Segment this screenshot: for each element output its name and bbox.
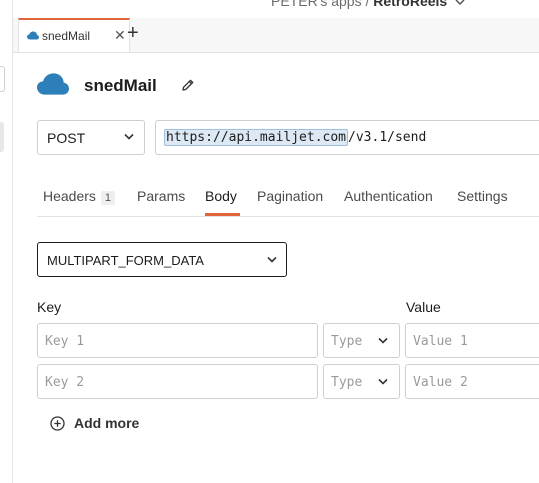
query-tab-snedmail[interactable]: snedMail ✕ [18,18,130,52]
key-column-header: Key [37,299,62,315]
key-placeholder: Key 1 [45,334,85,349]
tab-params[interactable]: Params [137,188,185,204]
breadcrumb-app[interactable]: RetroReels [373,0,447,9]
tab-authentication[interactable]: Authentication [344,188,433,204]
chevron-down-icon[interactable] [455,0,465,6]
cloud-icon [27,31,39,40]
query-name: snedMail [84,76,157,95]
tab-body[interactable]: Body [205,188,237,204]
chevron-down-icon [124,133,134,140]
value-input-2[interactable]: Value 2 [405,364,539,399]
breadcrumb-separator: / [365,0,370,9]
left-sidebar-edge [0,0,13,483]
url-path: /v3.1/send [348,130,427,145]
value-placeholder: Value 2 [413,375,468,390]
type-select-1[interactable]: Type [323,323,400,358]
pencil-icon[interactable] [181,78,195,92]
headers-count-badge: 1 [100,191,116,205]
chevron-down-icon [378,337,388,344]
chevron-down-icon [267,256,277,263]
url-base-highlight[interactable]: https://api.mailjet.com [164,129,349,146]
close-icon[interactable]: ✕ [114,27,126,44]
url-input[interactable]: https://api.mailjet.com/v3.1/send [155,120,539,155]
value-column-header: Value [406,299,441,315]
chevron-down-icon [378,378,388,385]
plus-circle-icon [50,416,65,431]
add-more-label: Add more [74,415,140,431]
key-input-1[interactable]: Key 1 [37,323,318,358]
breadcrumb-workspace[interactable]: PETER's apps [271,0,362,9]
value-input-1[interactable]: Value 1 [405,323,539,358]
body-type-value: MULTIPART_FORM_DATA [47,253,204,268]
type-select-2[interactable]: Type [323,364,400,399]
active-tab-indicator [205,213,240,216]
key-placeholder: Key 2 [45,375,85,390]
cloud-icon [37,73,69,95]
type-placeholder: Type [331,375,363,390]
sidebar-collapse-handle[interactable] [0,66,5,92]
query-tab-strip: snedMail ✕ + [13,18,539,53]
sidebar-scroll-indicator [0,122,4,152]
top-bar: PETER's apps / RetroReels [13,0,539,18]
tab-headers-label: Headers [43,188,96,204]
method-value: POST [47,130,86,146]
tab-pagination[interactable]: Pagination [257,188,323,204]
type-placeholder: Type [331,334,363,349]
value-placeholder: Value 1 [413,334,468,349]
key-input-2[interactable]: Key 2 [37,364,318,399]
url-text[interactable]: https://api.mailjet.com/v3.1/send [164,129,427,146]
request-subtabs: Headers 1 Params Body Pagination Authenti… [37,178,539,217]
tab-settings[interactable]: Settings [457,188,508,204]
body-type-select[interactable]: MULTIPART_FORM_DATA [37,242,287,277]
tab-headers[interactable]: Headers 1 [43,188,116,205]
add-tab-button[interactable]: + [127,23,139,43]
breadcrumb[interactable]: PETER's apps / RetroReels [271,0,465,9]
tab-label: snedMail [42,29,91,43]
method-select[interactable]: POST [37,120,145,155]
